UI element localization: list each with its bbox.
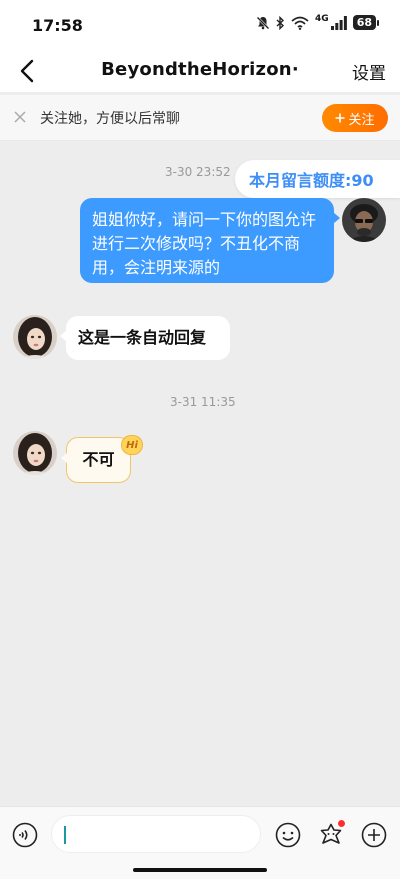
emoji-button[interactable] <box>274 821 302 849</box>
message-timestamp: 3-30 23:52 <box>165 165 231 179</box>
more-button[interactable] <box>360 821 388 849</box>
voice-button[interactable] <box>11 821 39 849</box>
follow-button[interactable]: 关注 <box>322 104 388 132</box>
chat-title[interactable]: BeyondtheHorizon· <box>0 59 400 80</box>
network-type: 4G <box>315 13 329 24</box>
notification-dot <box>337 819 346 828</box>
chat-input-bar <box>0 806 400 879</box>
add-icon <box>361 822 387 848</box>
contact-avatar[interactable] <box>13 315 57 359</box>
status-bar: 17:58 4G 68 <box>0 0 400 50</box>
status-time: 17:58 <box>32 16 83 35</box>
hi-badge: Hi <box>121 435 143 455</box>
battery-indicator: 68 <box>352 15 380 30</box>
follow-button-label: 关注 <box>348 112 375 128</box>
close-icon[interactable] <box>12 109 28 125</box>
status-icons: 4G 68 <box>256 13 380 30</box>
voice-icon <box>12 822 38 848</box>
text-caret <box>64 826 66 844</box>
settings-button[interactable]: 设置 <box>352 59 386 84</box>
incoming-message-bubble[interactable]: 这是一条自动回复 <box>60 316 230 360</box>
emoji-icon <box>275 822 301 848</box>
signal-icon <box>330 15 347 30</box>
follow-prompt-bar: 关注她，方便以后常聊 关注 <box>0 95 400 141</box>
outgoing-message-bubble[interactable]: 姐姐你好，请问一下你的图允许进行二次修改吗？不丑化不商用，会注明来源的 <box>80 198 340 283</box>
follow-prompt-text: 关注她，方便以后常聊 <box>40 111 180 127</box>
message-quota-badge: 本月留言额度:90 <box>235 160 400 198</box>
self-avatar[interactable] <box>342 198 386 242</box>
mute-bell-icon <box>256 16 270 29</box>
plus-icon <box>335 113 345 123</box>
sticker-button[interactable] <box>317 819 346 849</box>
message-input[interactable] <box>51 815 261 853</box>
contact-avatar[interactable] <box>13 431 57 475</box>
message-timestamp: 3-31 11:35 <box>170 395 236 409</box>
wifi-icon <box>291 16 309 30</box>
home-indicator <box>133 868 267 872</box>
bluetooth-icon <box>276 15 285 30</box>
nav-bar: BeyondtheHorizon· 设置 <box>0 50 400 92</box>
